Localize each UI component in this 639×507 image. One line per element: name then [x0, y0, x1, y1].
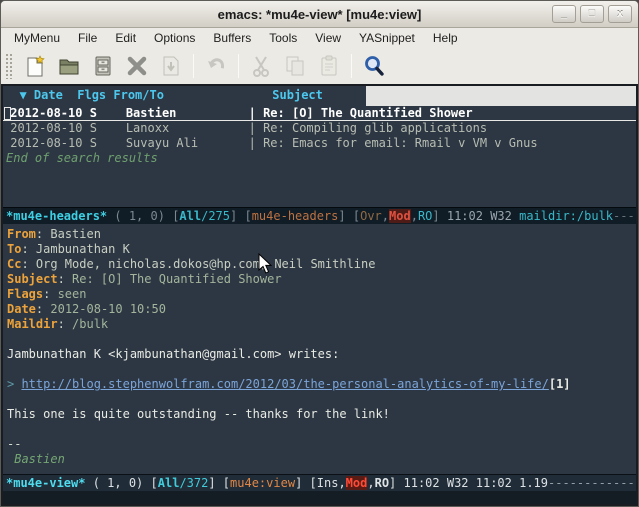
window-title: emacs: *mu4e-view* [mu4e:view] [1, 7, 638, 22]
close-buffer-icon[interactable] [122, 51, 152, 81]
save-buffer-icon[interactable] [88, 51, 118, 81]
menu-tools[interactable]: Tools [260, 29, 306, 47]
blank-line [7, 422, 636, 437]
emacs-frame: ▼ Date Flgs From/To Subject 2012-08-10 S… [1, 84, 638, 506]
undo-icon[interactable] [201, 51, 231, 81]
header-row[interactable]: 2012-08-10 S Lanoxx | Re: Compiling glib… [3, 121, 636, 136]
message-field-flags: Flags: seen [7, 287, 636, 302]
blank-line [7, 332, 636, 347]
quoted-line: > http://blog.stephenwolfram.com/2012/03… [7, 377, 636, 392]
minibuffer-echo-area[interactable] [3, 491, 636, 504]
menu-bar: MyMenu File Edit Options Buffers Tools V… [1, 28, 638, 48]
message-field-from: From: Bastien [7, 227, 636, 242]
mu4e-headers-modeline: *mu4e-headers* ( 1, 0) [All/275] [mu4e-h… [3, 207, 636, 224]
message-field-date: Date: 2012-08-10 10:50 [7, 302, 636, 317]
message-body-line: This one is quite outstanding -- thanks … [7, 407, 636, 422]
blank-line [7, 392, 636, 407]
menu-mymenu[interactable]: MyMenu [5, 29, 69, 47]
footnote-ref: [1] [549, 377, 571, 391]
header-row[interactable]: 2012-08-10 S Suvayu Ali | Re: Emacs for … [3, 136, 636, 151]
mu4e-view-pane: From: Bastien To: Jambunathan K Cc: Org … [3, 224, 636, 474]
toolbar-separator [351, 54, 352, 78]
blank-line [7, 362, 636, 377]
mu4e-headers-pane: 2012-08-10 S Bastien | Re: [O] The Quant… [3, 106, 636, 207]
signature-name: Bastien [7, 452, 636, 467]
open-folder-icon[interactable] [54, 51, 84, 81]
maximize-button[interactable]: □ [580, 5, 604, 23]
menu-options[interactable]: Options [145, 29, 204, 47]
menu-file[interactable]: File [69, 29, 106, 47]
message-field-to: To: Jambunathan K [7, 242, 636, 257]
mouse-pointer [258, 253, 273, 275]
toolbar-drag-handle[interactable] [5, 53, 14, 79]
message-field-subject: Subject: Re: [O] The Quantified Shower [7, 272, 636, 287]
tool-bar [1, 48, 638, 84]
emacs-window: emacs: *mu4e-view* [mu4e:view] _ □ x MyM… [0, 0, 639, 507]
text-cursor [4, 107, 11, 120]
menu-help[interactable]: Help [424, 29, 467, 47]
message-attribution-line: Jambunathan K <kjambunathan@gmail.com> w… [7, 347, 636, 362]
message-link[interactable]: http://blog.stephenwolfram.com/2012/03/t… [21, 377, 548, 391]
message-field-cc: Cc: Org Mode, nicholas.dokos@hp.com, Nei… [7, 257, 636, 272]
toolbar-separator [193, 54, 194, 78]
search-icon[interactable] [359, 51, 389, 81]
signature-separator: -- [7, 437, 636, 452]
end-of-search-results-label: End of search results [3, 151, 636, 166]
close-button[interactable]: x [608, 5, 632, 23]
save-as-icon[interactable] [156, 51, 186, 81]
headers-column-headerline: ▼ Date Flgs From/To Subject [3, 86, 636, 106]
quote-prefix: > [7, 377, 21, 391]
menu-view[interactable]: View [306, 29, 350, 47]
minimize-button[interactable]: _ [552, 5, 576, 23]
toolbar-separator [238, 54, 239, 78]
window-controls: _ □ x [552, 5, 632, 23]
message-field-maildir: Maildir: /bulk [7, 317, 636, 332]
headers-column-titles: ▼ Date Flgs From/To Subject [3, 86, 366, 106]
menu-yasnippet[interactable]: YASnippet [350, 29, 424, 47]
title-bar[interactable]: emacs: *mu4e-view* [mu4e:view] _ □ x [1, 1, 638, 28]
header-row-selected[interactable]: 2012-08-10 S Bastien | Re: [O] The Quant… [3, 106, 636, 121]
menu-edit[interactable]: Edit [106, 29, 145, 47]
mu4e-view-modeline: *mu4e-view* ( 1, 0) [All/372] [mu4e:view… [3, 474, 636, 491]
cut-icon[interactable] [246, 51, 276, 81]
menu-buffers[interactable]: Buffers [204, 29, 260, 47]
copy-icon[interactable] [280, 51, 310, 81]
paste-icon[interactable] [314, 51, 344, 81]
new-file-icon[interactable] [20, 51, 50, 81]
